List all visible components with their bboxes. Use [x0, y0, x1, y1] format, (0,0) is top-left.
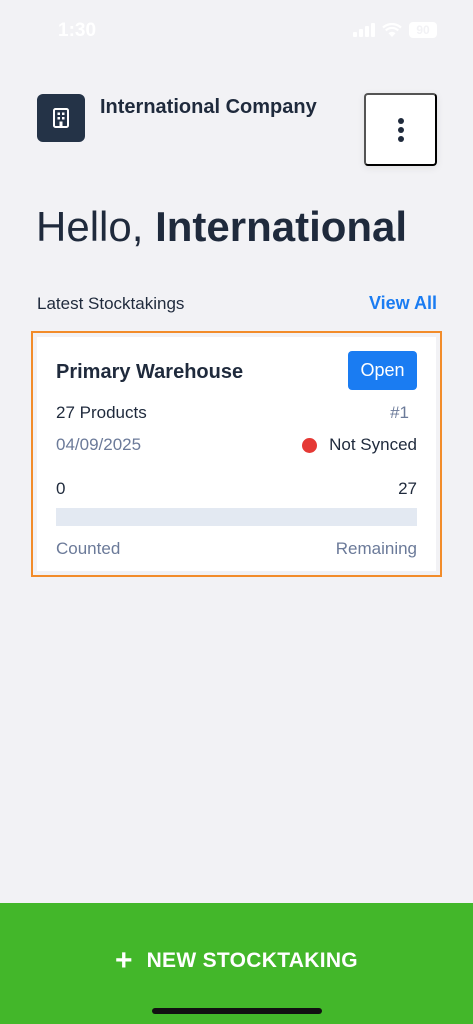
more-vertical-icon — [397, 117, 404, 142]
counted-value: 0 — [56, 479, 66, 498]
latest-stocktakings-title: Latest Stocktakings — [37, 294, 185, 313]
building-icon — [37, 94, 85, 142]
plus-icon: + — [115, 944, 133, 977]
sync-status: Not Synced — [302, 435, 417, 455]
battery-icon: 90 — [409, 22, 437, 38]
greeting-prefix: Hello, — [36, 203, 144, 250]
stocktaking-card-body: Primary Warehouse Open 27 Products #1 04… — [37, 337, 436, 571]
home-indicator — [152, 1008, 322, 1014]
product-count: 27 Products — [56, 403, 147, 422]
status-icons: 90 — [353, 22, 437, 38]
stocktaking-card[interactable]: Primary Warehouse Open 27 Products #1 04… — [31, 331, 442, 577]
more-options-button[interactable] — [364, 93, 437, 166]
app-screen: 1:30 90 International Company Hello, Int… — [0, 0, 473, 1024]
counted-label: Counted — [56, 539, 121, 558]
status-time: 1:30 — [58, 20, 97, 41]
wifi-icon — [382, 22, 402, 37]
greeting-heading: Hello, International — [36, 203, 407, 251]
stocktaking-date: 04/09/2025 — [56, 435, 142, 454]
company-name: International Company — [100, 96, 317, 118]
view-all-link[interactable]: View All — [369, 293, 437, 314]
sync-status-label: Not Synced — [329, 435, 417, 454]
remaining-value: 27 — [398, 479, 417, 498]
status-dot-icon — [302, 437, 318, 453]
warehouse-name: Primary Warehouse — [56, 361, 244, 383]
status-bar: 1:30 90 — [0, 0, 473, 62]
new-stocktaking-label: NEW STOCKTAKING — [146, 949, 358, 972]
remaining-label: Remaining — [335, 539, 417, 558]
stocktaking-number: #1 — [390, 403, 409, 422]
greeting-name: International — [155, 203, 408, 250]
signal-icon — [353, 23, 375, 37]
progress-bar — [56, 508, 417, 526]
open-status-button[interactable]: Open — [348, 351, 417, 390]
new-stocktaking-button[interactable]: + NEW STOCKTAKING — [0, 903, 473, 1024]
